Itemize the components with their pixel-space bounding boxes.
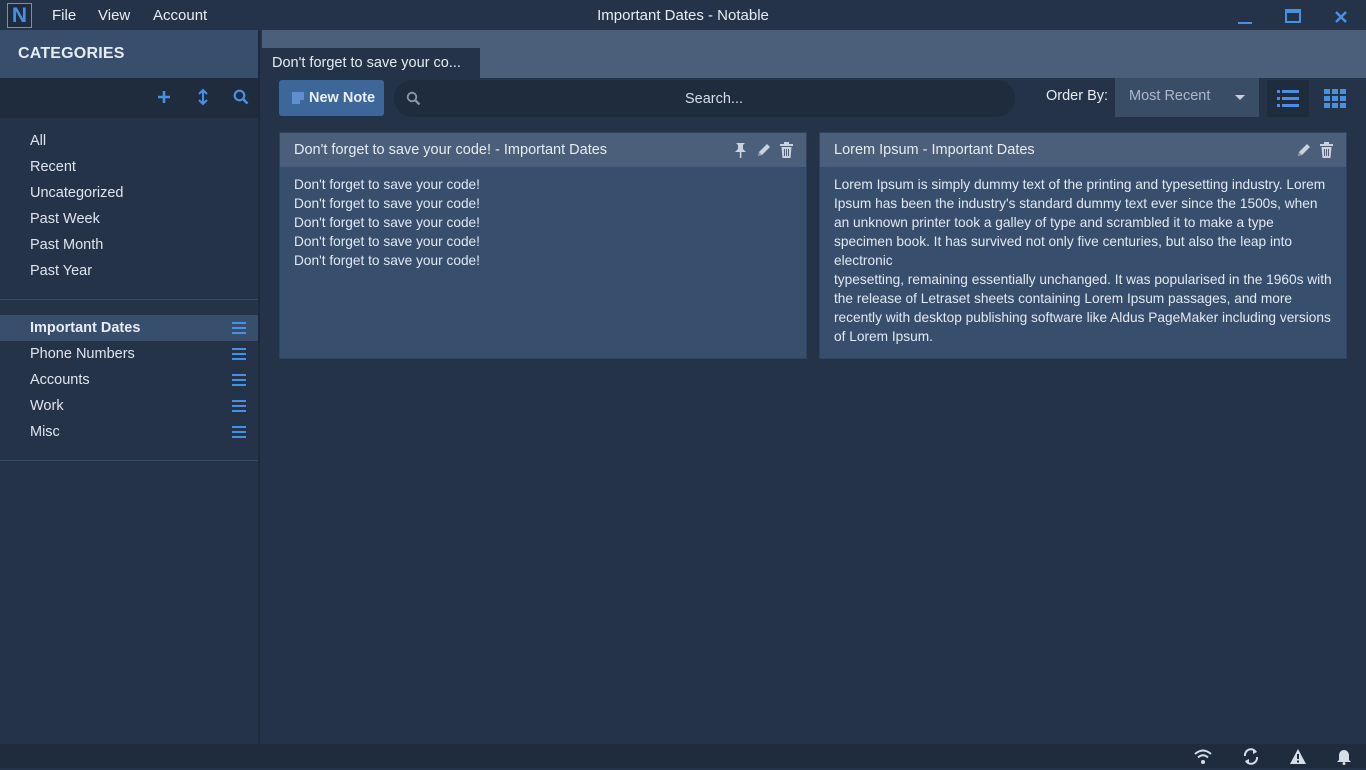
grid-view-button[interactable]	[1314, 80, 1356, 117]
note-line: Don't forget to save your code!	[294, 215, 480, 230]
add-category-button[interactable]	[155, 88, 173, 106]
pin-icon[interactable]	[733, 142, 748, 158]
maximize-button[interactable]	[1281, 6, 1305, 26]
menu-account[interactable]: Account	[153, 7, 207, 24]
sync-icon[interactable]	[1242, 748, 1260, 765]
sidebar: CATEGORIES All Recent Uncategorized Past…	[0, 30, 260, 744]
list-view-button[interactable]	[1267, 80, 1309, 117]
category-misc[interactable]: Misc	[0, 419, 258, 445]
tab-strip: Don't forget to save your co...	[262, 30, 1366, 78]
note-card[interactable]: Lorem Ipsum - Important Dates Lorem Ipsu…	[819, 132, 1347, 359]
category-important-dates[interactable]: Important Dates	[0, 315, 258, 341]
note-line: Don't forget to save your code!	[294, 196, 480, 211]
note-title: Don't forget to save your code! - Import…	[294, 142, 608, 158]
chevron-down-icon	[1235, 95, 1245, 100]
close-button[interactable]	[1329, 6, 1353, 26]
note-icon	[292, 92, 304, 104]
title-bar: N File View Account Important Dates - No…	[0, 0, 1366, 30]
plus-icon	[158, 91, 170, 103]
category-label: Phone Numbers	[30, 346, 135, 362]
category-label: Important Dates	[30, 320, 141, 336]
note-paragraph: typesetting, remaining essentially uncha…	[834, 272, 1336, 344]
note-paragraph: Lorem Ipsum is simply dummy text of the …	[834, 177, 1329, 268]
edit-icon[interactable]	[756, 142, 771, 158]
new-note-button[interactable]: New Note	[279, 80, 384, 116]
menu-icon[interactable]	[232, 374, 246, 386]
menu-icon[interactable]	[232, 322, 246, 334]
nav-list: All Recent Uncategorized Past Week Past …	[0, 118, 258, 300]
search-bar	[394, 80, 1015, 117]
category-phone-numbers[interactable]: Phone Numbers	[0, 341, 258, 367]
order-by-value: Most Recent	[1129, 88, 1211, 104]
nav-item-past-month[interactable]: Past Month	[0, 232, 258, 258]
note-header: Lorem Ipsum - Important Dates	[820, 133, 1346, 167]
note-body: Lorem Ipsum is simply dummy text of the …	[820, 167, 1346, 354]
sort-icon	[198, 88, 208, 106]
sort-categories-button[interactable]	[194, 88, 212, 106]
menu-icon[interactable]	[232, 348, 246, 360]
bell-icon[interactable]	[1335, 748, 1353, 765]
menu-file[interactable]: File	[52, 7, 76, 24]
maximize-icon	[1285, 9, 1301, 23]
trash-icon[interactable]	[779, 142, 794, 158]
sidebar-header: CATEGORIES	[0, 30, 258, 78]
note-actions	[1292, 142, 1334, 158]
category-label: Work	[30, 398, 64, 414]
sidebar-toolbar	[0, 78, 258, 118]
note-title: Lorem Ipsum - Important Dates	[834, 142, 1035, 158]
order-by-select[interactable]: Most Recent	[1115, 78, 1259, 117]
app-logo[interactable]: N	[7, 3, 32, 28]
note-actions	[729, 142, 794, 158]
menu-icon[interactable]	[232, 426, 246, 438]
category-label: Accounts	[30, 372, 90, 388]
category-work[interactable]: Work	[0, 393, 258, 419]
trash-icon[interactable]	[1319, 142, 1334, 158]
warning-icon[interactable]	[1289, 748, 1307, 765]
nav-item-past-year[interactable]: Past Year	[0, 258, 258, 284]
note-body: Don't forget to save your code! Don't fo…	[280, 167, 806, 278]
note-line: Don't forget to save your code!	[294, 177, 480, 192]
order-by-label: Order By:	[1046, 88, 1109, 104]
note-line: Don't forget to save your code!	[294, 253, 480, 268]
search-input[interactable]	[434, 80, 994, 117]
note-card[interactable]: Don't forget to save your code! - Import…	[279, 132, 807, 359]
note-line: Don't forget to save your code!	[294, 234, 480, 249]
menu-icon[interactable]	[232, 400, 246, 412]
minimize-button[interactable]	[1233, 6, 1257, 26]
grid-view-icon	[1324, 89, 1346, 108]
edit-icon[interactable]	[1296, 142, 1311, 158]
note-header: Don't forget to save your code! - Import…	[280, 133, 806, 167]
tab-note[interactable]: Don't forget to save your co...	[262, 48, 480, 78]
search-icon	[233, 89, 249, 105]
category-list: Important Dates Phone Numbers Accounts W…	[0, 300, 258, 461]
menu-view[interactable]: View	[98, 7, 130, 24]
category-accounts[interactable]: Accounts	[0, 367, 258, 393]
nav-item-all[interactable]: All	[0, 128, 258, 154]
search-categories-button[interactable]	[232, 88, 250, 106]
minimize-icon	[1238, 22, 1252, 24]
nav-item-recent[interactable]: Recent	[0, 154, 258, 180]
nav-item-uncategorized[interactable]: Uncategorized	[0, 180, 258, 206]
close-icon	[1335, 11, 1347, 23]
list-view-icon	[1277, 90, 1299, 107]
wifi-icon[interactable]	[1194, 748, 1212, 765]
search-icon	[406, 91, 421, 106]
status-bar	[0, 744, 1366, 768]
new-note-label: New Note	[309, 90, 376, 106]
nav-item-past-week[interactable]: Past Week	[0, 206, 258, 232]
category-label: Misc	[30, 424, 60, 440]
